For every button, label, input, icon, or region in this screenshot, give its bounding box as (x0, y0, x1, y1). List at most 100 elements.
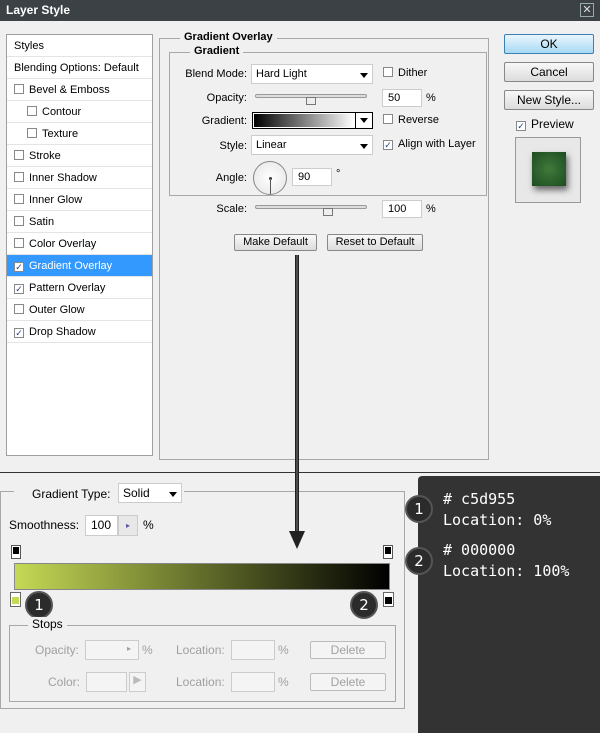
sidebar-item[interactable]: Bevel & Emboss (7, 79, 152, 101)
sidebar-item[interactable]: ✓ Pattern Overlay (7, 277, 152, 299)
blend-mode-select[interactable]: Hard Light (251, 64, 373, 84)
checkbox-icon[interactable] (14, 194, 24, 204)
opacity-input[interactable]: 50 (382, 89, 422, 107)
sidebar-item[interactable]: Inner Shadow (7, 167, 152, 189)
opacity-stop-left[interactable] (11, 545, 21, 559)
opacity-slider[interactable] (255, 94, 367, 105)
gradient-bar[interactable] (14, 563, 390, 590)
sidebar-item-label: Inner Glow (29, 194, 83, 206)
scale-label: Scale: (216, 203, 247, 215)
percent-label: % (142, 643, 153, 657)
align-with-layer-checkbox[interactable]: ✓ Align with Layer (383, 138, 476, 150)
smoothness-input[interactable]: 100 (85, 515, 118, 536)
note-1-location: Location: 0% (443, 511, 552, 529)
sidebar-item[interactable]: Texture (7, 123, 152, 145)
sidebar-item[interactable]: ✓ Gradient Overlay (7, 255, 152, 277)
sidebar-item[interactable]: Styles (7, 35, 152, 57)
chevron-down-icon (169, 492, 177, 497)
sidebar-item-label: Stroke (29, 150, 61, 162)
checkbox-icon[interactable] (27, 128, 37, 138)
gradient-label: Gradient: (201, 115, 247, 127)
sidebar-item[interactable]: Stroke (7, 145, 152, 167)
checkbox-icon[interactable] (27, 106, 37, 116)
gradient-picker[interactable] (252, 112, 373, 129)
reverse-checkbox[interactable]: Reverse (383, 114, 439, 126)
scale-slider[interactable] (255, 205, 367, 216)
sidebar-item[interactable]: ✓ Drop Shadow (7, 321, 152, 343)
sidebar-item[interactable]: Color Overlay (7, 233, 152, 255)
preview-label: Preview (531, 117, 574, 131)
checkmark-icon[interactable]: ✓ (14, 284, 24, 294)
gradient-preview (254, 114, 354, 127)
sidebar-item[interactable]: Contour (7, 101, 152, 123)
stop-opacity-label: Opacity: (35, 643, 80, 657)
slider-thumb[interactable] (306, 97, 316, 105)
annotation-arrow (289, 255, 305, 549)
color-stop-1[interactable] (10, 592, 21, 607)
stop-color-label: Color: (48, 675, 81, 689)
opacity-location-input (231, 640, 275, 660)
delete-opacity-stop-button[interactable]: Delete (310, 641, 386, 659)
percent-label: % (426, 92, 436, 104)
color-location-input (231, 672, 275, 692)
checkbox-icon[interactable] (14, 216, 24, 226)
smoothness-label: Smoothness: (9, 518, 80, 532)
color-location-label: Location: (176, 675, 225, 689)
new-style-button[interactable]: New Style... (504, 90, 594, 110)
sidebar-item[interactable]: Outer Glow (7, 299, 152, 321)
sidebar-item-label: Contour (42, 106, 82, 118)
color-stop-2[interactable] (383, 592, 394, 607)
checkbox-icon[interactable] (14, 238, 24, 248)
checkmark-icon[interactable]: ✓ (14, 262, 24, 272)
smoothness-stepper[interactable]: ▸ (118, 515, 138, 536)
sidebar-item-label: Bevel & Emboss (29, 84, 110, 96)
preview-thumbnail (515, 137, 581, 203)
notes-panel: 1 # c5d955 Location: 0% 2 # 000000 Locat… (405, 476, 600, 733)
sidebar-item-label: Inner Shadow (29, 172, 97, 184)
percent-label: % (143, 518, 154, 532)
angle-dial[interactable] (253, 161, 287, 195)
make-default-button[interactable]: Make Default (234, 234, 317, 251)
close-button[interactable]: ✕ (580, 3, 594, 17)
reset-to-default-button[interactable]: Reset to Default (327, 234, 423, 251)
percent-label: % (278, 675, 289, 689)
section-title: Gradient Overlay (180, 31, 277, 43)
note-badge-1: 1 (405, 495, 433, 523)
checkbox-icon[interactable] (14, 84, 24, 94)
checkbox-icon (383, 114, 393, 124)
stop-opacity-input: ▸ (85, 640, 139, 660)
sidebar-item-label: Outer Glow (29, 304, 85, 316)
checkbox-icon[interactable] (14, 150, 24, 160)
sidebar-item[interactable]: Blending Options: Default (7, 57, 152, 79)
angle-input[interactable]: 90 (292, 168, 332, 186)
preview-checkbox[interactable]: ✓ Preview (516, 117, 574, 131)
scale-input[interactable]: 100 (382, 200, 422, 218)
callout-badge-2: 2 (350, 591, 378, 619)
note-1-hex: # c5d955 (443, 490, 516, 508)
sidebar-item-label: Texture (42, 128, 79, 140)
opacity-location-label: Location: (176, 643, 225, 657)
gradient-dropdown[interactable] (355, 113, 372, 128)
dither-checkbox[interactable]: Dither (383, 67, 427, 79)
sidebar-item-label: Color Overlay (29, 238, 97, 250)
sidebar-item[interactable]: Satin (7, 211, 152, 233)
callout-badge-1: 1 (25, 591, 53, 619)
ok-button[interactable]: OK (504, 34, 594, 54)
checkbox-icon[interactable] (14, 172, 24, 182)
sidebar-item[interactable]: Inner Glow (7, 189, 152, 211)
degree-label: ° (336, 168, 341, 180)
chevron-down-icon (360, 73, 368, 78)
checkmark-icon[interactable]: ✓ (14, 328, 24, 338)
delete-color-stop-button[interactable]: Delete (310, 673, 386, 691)
opacity-stop-right[interactable] (383, 545, 393, 559)
checkbox-icon (383, 67, 393, 77)
opacity-label: Opacity: (206, 92, 247, 104)
gradient-type-select[interactable]: Solid (118, 483, 182, 503)
percent-label: % (278, 643, 289, 657)
cancel-button[interactable]: Cancel (504, 62, 594, 82)
slider-thumb[interactable] (322, 208, 333, 216)
style-select[interactable]: Linear (251, 135, 373, 155)
sidebar-item-label: Satin (29, 216, 55, 228)
gradient-type-label: Gradient Type: (32, 487, 111, 501)
checkbox-icon[interactable] (14, 304, 24, 314)
